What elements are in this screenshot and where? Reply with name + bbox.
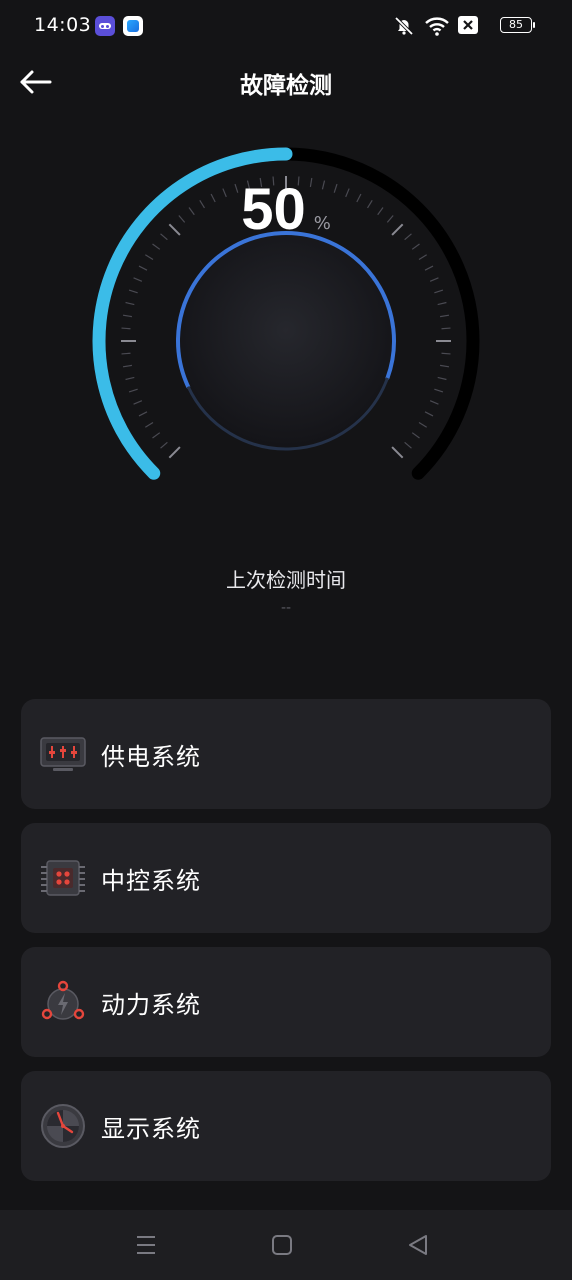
gauge-tick bbox=[424, 265, 434, 271]
gauge-tick bbox=[434, 289, 444, 294]
gauge-tick bbox=[133, 400, 143, 405]
card-label: 动力系统 bbox=[101, 991, 201, 1019]
gauge-tick bbox=[345, 188, 350, 198]
gauge-tick bbox=[429, 277, 439, 282]
gauge-tick bbox=[439, 314, 450, 318]
close-box-icon bbox=[458, 16, 478, 34]
chip-icon bbox=[41, 860, 85, 896]
gauge-tick bbox=[121, 352, 131, 355]
gauge-tick bbox=[168, 223, 181, 236]
gauge-tick bbox=[138, 411, 148, 417]
gauge-tick bbox=[404, 441, 412, 449]
status-time: 14:03 bbox=[34, 14, 92, 36]
gauge-tick bbox=[133, 277, 143, 282]
card-power-train-system[interactable]: 动力系统 bbox=[21, 947, 551, 1057]
page-title: 故障检测 bbox=[240, 73, 332, 99]
gauge-tick bbox=[178, 215, 186, 223]
last-check-value: -- bbox=[280, 600, 292, 616]
nav-back-button[interactable] bbox=[401, 1228, 435, 1262]
gauge-tick bbox=[210, 193, 216, 203]
gauge-tick bbox=[160, 441, 168, 449]
gauge-tick bbox=[138, 265, 148, 271]
gauge-tick bbox=[272, 176, 275, 186]
gauge-tick bbox=[122, 314, 133, 318]
mute-icon bbox=[394, 16, 414, 36]
gauge-tick bbox=[424, 411, 434, 417]
gauge-tick bbox=[188, 207, 195, 216]
gauge-tick bbox=[411, 243, 420, 250]
menu-icon bbox=[137, 1236, 155, 1254]
gauge-tick bbox=[333, 183, 338, 193]
card-display-system[interactable]: 显示系统 bbox=[21, 1071, 551, 1181]
progress-gauge bbox=[92, 147, 480, 480]
gauge-tick bbox=[386, 215, 394, 223]
gauge-tick bbox=[366, 199, 373, 209]
gauge-tick bbox=[404, 233, 412, 241]
back-triangle-icon bbox=[409, 1235, 427, 1255]
motor-icon bbox=[41, 980, 85, 1020]
card-central-control-system[interactable]: 中控系统 bbox=[21, 823, 551, 933]
gauge-tick bbox=[246, 180, 251, 190]
gauge-tick bbox=[152, 243, 161, 250]
gauge-tick bbox=[152, 432, 161, 439]
gauge-tick bbox=[441, 352, 451, 355]
nav-home-button[interactable] bbox=[265, 1228, 299, 1262]
gauge-tick bbox=[309, 177, 313, 188]
battery-icon: 85 bbox=[500, 17, 535, 33]
gauge-tick bbox=[121, 327, 131, 330]
gauge-tick bbox=[128, 289, 138, 294]
gauge-tick bbox=[418, 254, 428, 261]
gauge-tick bbox=[439, 364, 450, 368]
gauge-tick bbox=[199, 199, 206, 209]
card-label: 显示系统 bbox=[101, 1115, 201, 1143]
gauge-tick bbox=[297, 176, 300, 186]
gauge-tick bbox=[144, 254, 154, 261]
gauge-tick bbox=[391, 223, 404, 236]
gauge-tick bbox=[429, 400, 439, 405]
gauge-tick bbox=[391, 446, 404, 459]
gauge-tick bbox=[222, 188, 227, 198]
gauge-tick bbox=[441, 327, 451, 330]
gauge-tick bbox=[144, 421, 154, 428]
status-bar: 14:03 85 bbox=[0, 0, 572, 52]
nav-menu-button[interactable] bbox=[129, 1228, 163, 1262]
gauge-tick bbox=[418, 421, 428, 428]
card-label: 供电系统 bbox=[101, 743, 201, 771]
gauge-tick bbox=[125, 301, 135, 306]
gauge-tick bbox=[128, 388, 138, 393]
gauge-tick bbox=[377, 207, 384, 216]
last-check-label: 上次检测时间 bbox=[226, 568, 346, 592]
gauge-tick bbox=[356, 193, 362, 203]
home-icon bbox=[272, 1235, 292, 1255]
status-icons: 85 bbox=[392, 14, 535, 38]
wifi-icon bbox=[425, 17, 449, 36]
gauge-inner-disc bbox=[180, 235, 392, 447]
system-nav-bar bbox=[0, 1210, 572, 1280]
gauge-tick bbox=[437, 301, 447, 306]
gauge-tick bbox=[411, 432, 420, 439]
dashboard-icon bbox=[41, 1104, 85, 1148]
gauge-tick bbox=[125, 376, 135, 381]
gauge-tick bbox=[234, 183, 239, 193]
gauge-tick bbox=[160, 233, 168, 241]
gauge-tick bbox=[168, 446, 181, 459]
gauge-tick bbox=[321, 180, 326, 190]
gauge-tick bbox=[434, 388, 444, 393]
app-notification-icon bbox=[95, 16, 115, 36]
gauge-tick bbox=[259, 177, 263, 188]
card-power-system[interactable]: 供电系统 bbox=[21, 699, 551, 809]
power-supply-icon bbox=[40, 737, 86, 771]
app-notification-icon-2 bbox=[123, 16, 143, 36]
gauge-tick bbox=[437, 376, 447, 381]
card-label: 中控系统 bbox=[101, 867, 201, 895]
gauge-tick bbox=[122, 364, 133, 368]
